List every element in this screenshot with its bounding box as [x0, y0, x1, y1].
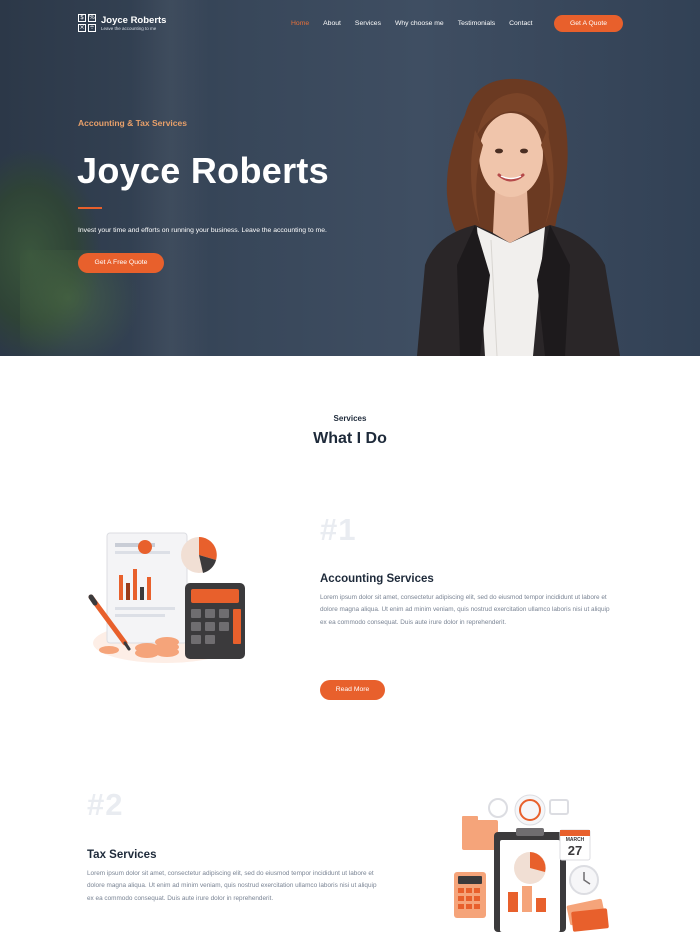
calendar-day: 27 [568, 843, 582, 858]
service-description-accounting: Lorem ipsum dolor sit amet, consectetur … [320, 594, 610, 626]
service-title-tax: Tax Services [87, 849, 157, 861]
nav-item-why-choose-me[interactable]: Why choose me [395, 19, 444, 29]
read-more-button[interactable]: Read More [320, 680, 385, 700]
service-title-accounting: Accounting Services [320, 573, 434, 585]
portrait-photo [417, 78, 620, 356]
service-number: #2 [87, 787, 124, 822]
get-quote-button[interactable]: Get A Quote [554, 15, 623, 32]
site-logo[interactable]: $ % × ÷ Joyce Roberts Leave the accounti… [78, 14, 166, 32]
nav-item-testimonials[interactable]: Testimonials [458, 19, 495, 29]
calculator-logo-icon: $ % × ÷ [78, 14, 96, 32]
service-description-tax: Lorem ipsum dolor sit amet, consectetur … [87, 870, 377, 902]
hero-title: Joyce Roberts [77, 150, 329, 191]
tax-illustration: MARCH 27 [454, 794, 609, 932]
hero-section: $ % × ÷ Joyce Roberts Leave the accounti… [0, 0, 700, 356]
hero-eyebrow: Accounting & Tax Services [78, 118, 187, 128]
nav-item-contact[interactable]: Contact [509, 19, 532, 29]
service-number: #1 [320, 512, 357, 547]
main-nav: Home About Services Why choose me Testim… [291, 19, 547, 29]
nav-item-services[interactable]: Services [355, 19, 381, 29]
hero-text: Invest your time and efforts on running … [78, 227, 327, 234]
services-title: What I Do [313, 430, 387, 447]
hero-divider [78, 207, 102, 209]
brand-name: Joyce Roberts [101, 14, 167, 26]
services-eyebrow: Services [333, 414, 367, 423]
nav-item-home[interactable]: Home [291, 19, 309, 29]
nav-item-about[interactable]: About [323, 19, 341, 29]
brand-tagline: Leave the accounting to me [101, 25, 157, 31]
get-free-quote-button[interactable]: Get A Free Quote [78, 253, 164, 273]
accounting-illustration [88, 532, 245, 663]
